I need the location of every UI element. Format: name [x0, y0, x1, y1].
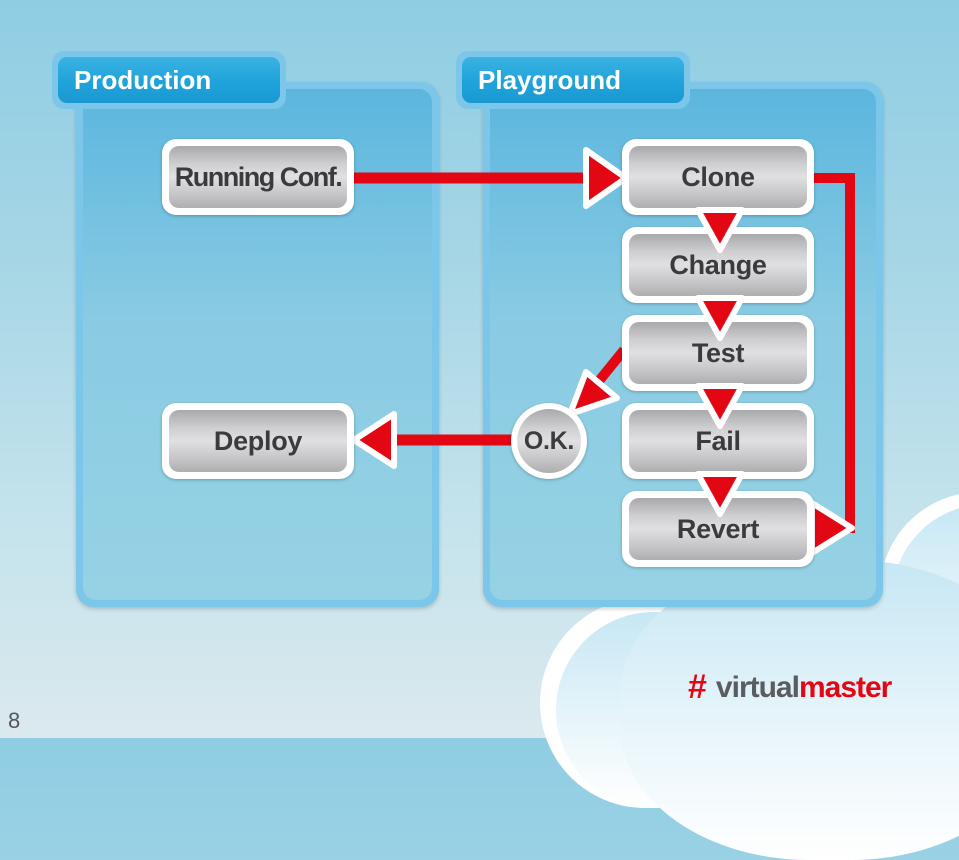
- arrowhead-fail: [695, 383, 745, 429]
- page-number: 8: [8, 708, 21, 733]
- arrowhead-test: [695, 295, 745, 341]
- virtualmaster-logo: # virtual master: [688, 668, 892, 707]
- down-arrow-layer: [695, 207, 745, 517]
- logo-hash-icon: #: [688, 668, 707, 706]
- logo-text-master: master: [798, 670, 892, 704]
- arrowhead-change: [695, 207, 745, 253]
- logo-text-virtual: virtual: [715, 670, 800, 704]
- arrowhead-revert: [695, 471, 745, 517]
